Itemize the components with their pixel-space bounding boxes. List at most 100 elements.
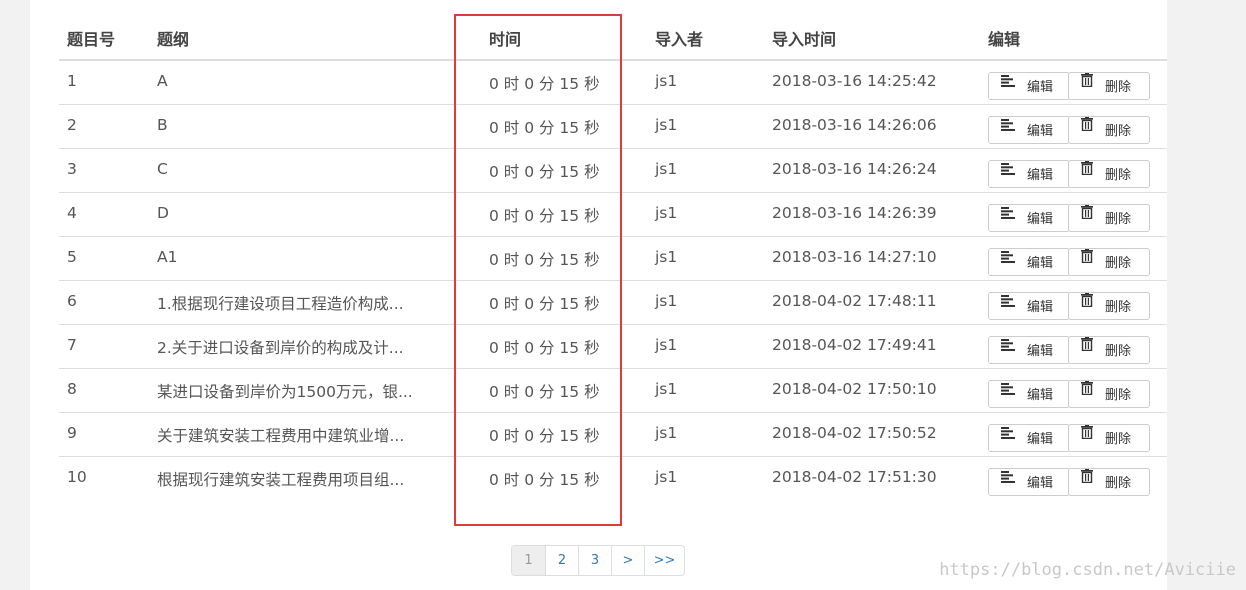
- header-edit: 编辑: [980, 17, 1167, 61]
- header-importer: 导入者: [647, 17, 764, 61]
- trash-icon: [1081, 379, 1093, 405]
- question-outline: 根据现行建筑安装工程费用项目组...: [149, 455, 481, 500]
- align-left-icon: [1001, 335, 1015, 361]
- edit-button-label: 编辑: [1027, 475, 1054, 491]
- delete-button-label: 删除: [1105, 431, 1132, 447]
- align-left-icon: [1001, 203, 1015, 229]
- align-left-icon: [1001, 159, 1015, 185]
- delete-button[interactable]: 删除: [1068, 115, 1150, 144]
- edit-button[interactable]: 编辑: [988, 335, 1070, 364]
- actions-cell: 编辑 删除: [980, 60, 1167, 104]
- trash-icon: [1081, 335, 1093, 361]
- page-2-link[interactable]: 2: [545, 546, 578, 575]
- edit-button[interactable]: 编辑: [988, 115, 1070, 144]
- trash-icon: [1081, 423, 1093, 449]
- question-number: 5: [59, 235, 149, 280]
- watermark: https://blog.csdn.net/Aviciie: [939, 560, 1236, 580]
- question-outline: B: [149, 103, 481, 148]
- delete-button[interactable]: 删除: [1068, 159, 1150, 188]
- importer: js1: [647, 455, 764, 500]
- trash-icon: [1081, 71, 1093, 97]
- edit-button-label: 编辑: [1027, 255, 1054, 271]
- trash-icon: [1081, 115, 1093, 141]
- delete-button[interactable]: 删除: [1068, 203, 1150, 232]
- page-3-link[interactable]: 3: [578, 546, 611, 575]
- import-time: 2018-03-16 14:26:24: [764, 147, 980, 192]
- delete-button-label: 删除: [1105, 299, 1132, 315]
- importer: js1: [647, 235, 764, 280]
- question-outline: D: [149, 191, 481, 236]
- edit-button[interactable]: 编辑: [988, 291, 1070, 320]
- question-number: 9: [59, 411, 149, 456]
- actions-cell: 编辑 删除: [980, 103, 1167, 148]
- header-question-number: 题目号: [59, 17, 149, 61]
- last-page-link[interactable]: >>: [644, 546, 684, 575]
- align-left-icon: [1001, 423, 1015, 449]
- edit-button[interactable]: 编辑: [988, 247, 1070, 276]
- delete-button[interactable]: 删除: [1068, 247, 1150, 276]
- align-left-icon: [1001, 71, 1015, 97]
- question-outline: A1: [149, 235, 481, 280]
- next-page-link[interactable]: >: [611, 546, 644, 575]
- import-time: 2018-04-02 17:48:11: [764, 279, 980, 324]
- header-import-time: 导入时间: [764, 17, 980, 61]
- importer: js1: [655, 72, 678, 90]
- question-number: 6: [59, 279, 149, 324]
- actions-cell: 编辑 删除: [980, 455, 1167, 500]
- actions-cell: 编辑 删除: [980, 323, 1167, 368]
- edit-button-label: 编辑: [1027, 431, 1054, 447]
- delete-button-label: 删除: [1105, 475, 1132, 491]
- edit-button-label: 编辑: [1027, 299, 1054, 315]
- import-time: 2018-04-02 17:50:10: [764, 367, 980, 412]
- question-number: 1: [67, 72, 77, 90]
- import-time: 2018-04-02 17:51:30: [764, 455, 980, 500]
- trash-icon: [1081, 203, 1093, 229]
- edit-button[interactable]: 编辑: [988, 159, 1070, 188]
- align-left-icon: [1001, 467, 1015, 493]
- align-left-icon: [1001, 115, 1015, 141]
- importer: js1: [647, 191, 764, 236]
- delete-button[interactable]: 删除: [1068, 335, 1150, 364]
- actions-cell: 编辑 删除: [980, 367, 1167, 412]
- pagination: 1 2 3 > >>: [511, 545, 685, 576]
- header-outline: 题纲: [149, 17, 481, 61]
- import-time: 2018-03-16 14:26:06: [764, 103, 980, 148]
- importer: js1: [647, 367, 764, 412]
- actions-cell: 编辑 删除: [980, 279, 1167, 324]
- delete-button[interactable]: 删除: [1068, 467, 1150, 496]
- delete-button[interactable]: 删除: [1068, 72, 1150, 100]
- edit-button-label: 编辑: [1027, 167, 1054, 183]
- question-outline: C: [149, 147, 481, 192]
- question-number: 3: [59, 147, 149, 192]
- actions-cell: 编辑 删除: [980, 235, 1167, 280]
- question-number: 7: [59, 323, 149, 368]
- edit-button-label: 编辑: [1027, 80, 1054, 95]
- align-left-icon: [1001, 291, 1015, 317]
- page-1-link[interactable]: 1: [512, 546, 545, 575]
- question-number: 4: [59, 191, 149, 236]
- question-number: 8: [59, 367, 149, 412]
- trash-icon: [1081, 467, 1093, 493]
- align-left-icon: [1001, 247, 1015, 273]
- import-time: 2018-03-16 14:27:10: [764, 235, 980, 280]
- import-time: 2018-03-16 14:25:42: [772, 72, 937, 90]
- importer: js1: [647, 103, 764, 148]
- actions-cell: 编辑 删除: [980, 411, 1167, 456]
- delete-button[interactable]: 删除: [1068, 423, 1150, 452]
- trash-icon: [1081, 159, 1093, 185]
- edit-button[interactable]: 编辑: [988, 72, 1070, 100]
- delete-button-label: 删除: [1105, 211, 1132, 227]
- actions-cell: 编辑 删除: [980, 191, 1167, 236]
- delete-button[interactable]: 删除: [1068, 379, 1150, 408]
- edit-button-label: 编辑: [1027, 343, 1054, 359]
- edit-button[interactable]: 编辑: [988, 379, 1070, 408]
- question-outline: 关于建筑安装工程费用中建筑业增...: [149, 411, 481, 456]
- question-number: 10: [59, 455, 149, 500]
- align-left-icon: [1001, 379, 1015, 405]
- edit-button[interactable]: 编辑: [988, 423, 1070, 452]
- edit-button[interactable]: 编辑: [988, 467, 1070, 496]
- trash-icon: [1081, 247, 1093, 273]
- delete-button[interactable]: 删除: [1068, 291, 1150, 320]
- edit-button[interactable]: 编辑: [988, 203, 1070, 232]
- actions-cell: 编辑 删除: [980, 147, 1167, 192]
